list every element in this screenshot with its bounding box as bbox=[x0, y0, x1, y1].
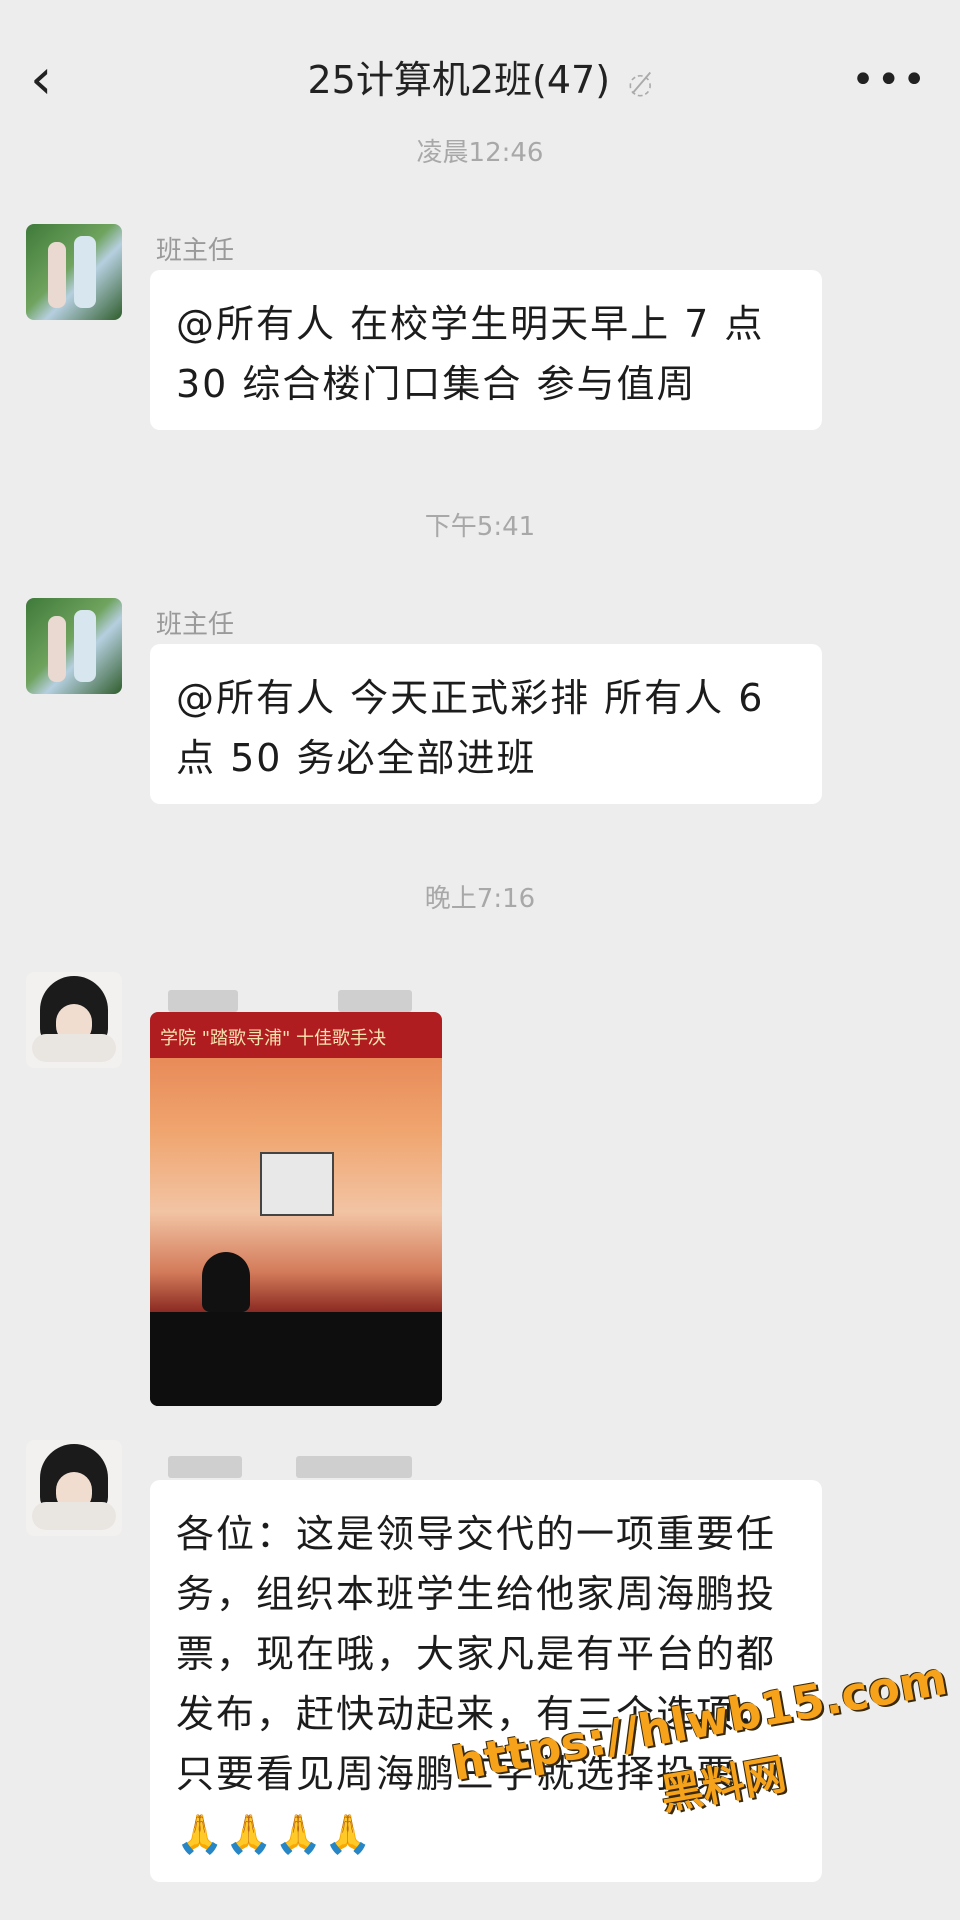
blurred-sender-name bbox=[168, 1456, 242, 1478]
avatar[interactable] bbox=[26, 224, 122, 320]
message-bubble[interactable]: @所有人 今天正式彩排 所有人 6 点 50 务必全部进班 bbox=[150, 644, 822, 804]
photo-screen bbox=[260, 1152, 334, 1216]
avatar[interactable] bbox=[26, 598, 122, 694]
avatar[interactable] bbox=[26, 1440, 122, 1536]
blurred-sender-name bbox=[296, 1456, 412, 1478]
bell-off-icon: ◌̸ bbox=[628, 67, 653, 100]
group-name: 25计算机2班(47) bbox=[307, 58, 611, 102]
message-line: 点 50 务必全部进班 bbox=[176, 736, 537, 780]
sender-name: 班主任 bbox=[156, 236, 235, 266]
timestamp: 凌晨12:46 bbox=[416, 138, 544, 168]
avatar[interactable] bbox=[26, 972, 122, 1068]
sender-name: 班主任 bbox=[156, 610, 235, 640]
chat-title: 25计算机2班(47) ◌̸ bbox=[0, 50, 960, 114]
photo-audience-head bbox=[202, 1252, 250, 1312]
timestamp: 下午5:41 bbox=[424, 512, 536, 542]
photo-audience bbox=[150, 1312, 442, 1406]
chat-header: ‹ 25计算机2班(47) ◌̸ ••• bbox=[0, 0, 960, 150]
message-line: 票，现在哦，大家凡是有平台的都 bbox=[176, 1632, 777, 1676]
image-message[interactable]: 学院 "踏歌寻浦" 十佳歌手决 bbox=[150, 1012, 442, 1406]
timestamp: 晚上7:16 bbox=[424, 884, 536, 914]
more-dots-icon[interactable]: ••• bbox=[851, 50, 928, 110]
photo-banner-text: 学院 "踏歌寻浦" 十佳歌手决 bbox=[160, 1028, 387, 1049]
blurred-sender-name bbox=[168, 990, 238, 1012]
message-line: 各位：这是领导交代的一项重要任 bbox=[176, 1512, 777, 1556]
message-line: 30 综合楼门口集合 参与值周 bbox=[176, 362, 697, 406]
message-line: @所有人 在校学生明天早上 7 点 bbox=[176, 302, 765, 346]
message-bubble[interactable]: @所有人 在校学生明天早上 7 点 30 综合楼门口集合 参与值周 bbox=[150, 270, 822, 430]
message-line: 务，组织本班学生给他家周海鹏投 bbox=[176, 1572, 777, 1616]
message-line: @所有人 今天正式彩排 所有人 6 bbox=[176, 676, 765, 720]
blurred-sender-name bbox=[338, 990, 412, 1012]
